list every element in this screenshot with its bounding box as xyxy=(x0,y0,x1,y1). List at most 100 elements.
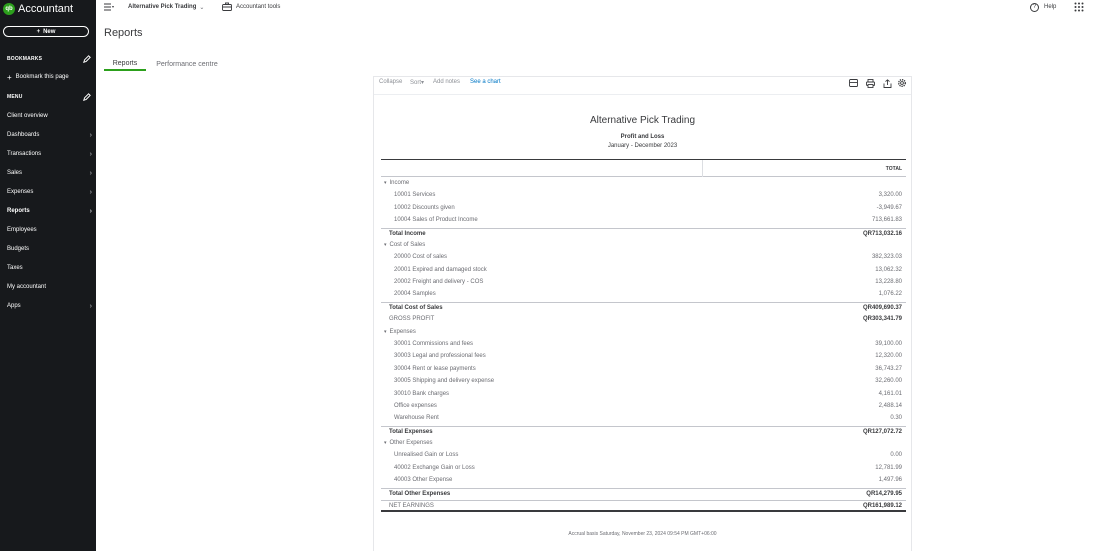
section-row[interactable]: ▾ Other Expenses xyxy=(381,438,906,450)
plus-icon: + xyxy=(7,72,12,82)
row-label[interactable]: 20001 Expired and damaged stock xyxy=(394,267,487,273)
collapse-link[interactable]: Collapse xyxy=(379,79,402,85)
sidebar-item-label: Taxes xyxy=(7,265,23,271)
table-row: 20002 Freight and delivery - COS 13,228.8… xyxy=(381,277,906,289)
row-label: ▾ Income xyxy=(384,180,409,186)
row-amount[interactable]: QR161,989.12 xyxy=(863,503,902,509)
sidebar-item-label: Expenses xyxy=(7,189,34,195)
row-label: Total Other Expenses xyxy=(389,491,450,497)
brand[interactable]: qb Accountant xyxy=(3,2,73,16)
row-label[interactable]: Warehouse Rent xyxy=(394,415,439,421)
company-selector[interactable]: Alternative Pick Trading ⌄ xyxy=(128,0,204,14)
row-label: Total Expenses xyxy=(389,429,433,435)
new-button[interactable]: + New xyxy=(3,26,89,37)
sidebar-item-apps[interactable]: Apps › xyxy=(7,300,93,312)
tab-performance-centre[interactable]: Performance centre xyxy=(150,57,224,71)
row-label[interactable]: 40002 Exchange Gain or Loss xyxy=(394,465,475,471)
sort-dropdown[interactable]: Sort▾ xyxy=(410,79,424,86)
row-label[interactable]: 10002 Discounts given xyxy=(394,205,455,211)
see-a-chart-link[interactable]: See a chart xyxy=(470,79,501,85)
report-period: January - December 2023 xyxy=(607,143,678,149)
row-amount[interactable]: 0.30 xyxy=(890,415,902,421)
total-row: Total Other Expenses QR14,279.95 xyxy=(381,487,906,500)
row-amount[interactable]: 12,781.99 xyxy=(875,465,902,471)
edit-menu-pencil-icon[interactable] xyxy=(82,93,91,102)
sidebar-item-my-accountant[interactable]: My accountant xyxy=(7,281,93,293)
row-label[interactable]: 20002 Freight and delivery - COS xyxy=(394,279,483,285)
column-divider xyxy=(702,160,703,177)
row-label[interactable]: 30003 Legal and professional fees xyxy=(394,353,486,359)
gear-icon[interactable] xyxy=(897,78,907,88)
print-icon[interactable] xyxy=(865,78,875,88)
row-amount[interactable]: QR409,690.37 xyxy=(863,305,902,311)
sidebar-item-dashboards[interactable]: Dashboards › xyxy=(7,129,93,141)
row-amount[interactable]: QR713,032.16 xyxy=(863,231,902,237)
row-label[interactable]: 30001 Commissions and fees xyxy=(394,341,473,347)
app-grid-icon[interactable] xyxy=(1074,0,1084,14)
row-label[interactable]: 10004 Sales of Product Income xyxy=(394,217,478,223)
table-row: 20004 Samples 1,076.22 xyxy=(381,289,906,301)
collapse-caret-icon[interactable]: ▾ xyxy=(384,180,387,186)
menu-toggle-icon[interactable] xyxy=(104,0,114,14)
row-label[interactable]: Office expenses xyxy=(394,403,437,409)
row-amount[interactable]: 2,488.14 xyxy=(879,403,902,409)
sidebar-item-budgets[interactable]: Budgets xyxy=(7,243,93,255)
row-amount[interactable]: 39,100.00 xyxy=(875,341,902,347)
tab-reports[interactable]: Reports xyxy=(104,57,146,71)
row-label[interactable]: 30004 Rent or lease payments xyxy=(394,366,476,372)
row-amount[interactable]: 1,076.22 xyxy=(879,291,902,297)
row-label-text: Income xyxy=(389,180,410,186)
column-header-total[interactable]: TOTAL xyxy=(886,166,902,172)
menu-header: MENU xyxy=(7,92,91,102)
row-amount[interactable]: 4,161.01 xyxy=(879,391,902,397)
row-amount[interactable]: 13,228.80 xyxy=(875,279,902,285)
sidebar-item-label: Apps xyxy=(7,303,21,309)
collapse-caret-icon[interactable]: ▾ xyxy=(384,242,387,248)
sidebar-item-expenses[interactable]: Expenses › xyxy=(7,186,93,198)
sidebar-item-employees[interactable]: Employees xyxy=(7,224,93,236)
row-amount[interactable]: 36,743.27 xyxy=(875,366,902,372)
row-amount[interactable]: 32,260.00 xyxy=(875,378,902,384)
sidebar-item-label: Sales xyxy=(7,170,23,176)
row-amount[interactable]: -3,949.67 xyxy=(877,205,902,211)
row-amount[interactable]: QR303,341.79 xyxy=(863,316,902,322)
sidebar-item-sales[interactable]: Sales › xyxy=(7,167,93,179)
row-label: ▾ Expenses xyxy=(384,329,416,335)
sidebar-item-taxes[interactable]: Taxes xyxy=(7,262,93,274)
row-amount[interactable]: 713,661.83 xyxy=(872,217,902,223)
add-notes-link[interactable]: Add notes xyxy=(433,79,460,85)
row-label[interactable]: 40003 Other Expense xyxy=(394,477,452,483)
row-amount[interactable]: 382,323.03 xyxy=(872,254,902,260)
row-amount[interactable]: 13,062.32 xyxy=(875,267,902,273)
edit-bookmarks-pencil-icon[interactable] xyxy=(82,55,91,64)
section-row[interactable]: ▾ Income xyxy=(381,178,906,190)
help-button[interactable]: ? Help xyxy=(1030,0,1056,14)
collapse-caret-icon[interactable]: ▾ xyxy=(384,329,387,335)
export-icon[interactable] xyxy=(882,78,892,88)
section-row[interactable]: ▾ Cost of Sales xyxy=(381,240,906,252)
new-button-label: New xyxy=(43,28,56,35)
row-amount[interactable]: 12,320.00 xyxy=(875,353,902,359)
sidebar-item-reports[interactable]: Reports › xyxy=(7,205,93,217)
row-label[interactable]: 30010 Bank charges xyxy=(394,391,449,397)
accountant-tools-button[interactable]: Accountant tools xyxy=(222,0,280,14)
sidebar-item-transactions[interactable]: Transactions › xyxy=(7,148,93,160)
row-label: GROSS PROFIT xyxy=(389,316,434,322)
collapse-caret-icon[interactable]: ▾ xyxy=(384,440,387,446)
row-label[interactable]: Unrealised Gain or Loss xyxy=(394,452,458,458)
total-row: NET EARNINGS QR161,989.12 xyxy=(381,499,906,512)
row-amount[interactable]: QR14,279.95 xyxy=(866,491,902,497)
row-label[interactable]: 10001 Services xyxy=(394,192,435,198)
row-label[interactable]: 20004 Samples xyxy=(394,291,436,297)
row-label-text: Total Cost of Sales xyxy=(389,304,443,311)
row-amount[interactable]: 0.00 xyxy=(890,452,902,458)
row-label[interactable]: 20000 Cost of sales xyxy=(394,254,447,260)
row-label[interactable]: 30005 Shipping and delivery expense xyxy=(394,378,494,384)
row-amount[interactable]: 3,320.00 xyxy=(879,192,902,198)
row-amount[interactable]: 1,497.96 xyxy=(879,477,902,483)
section-row[interactable]: ▾ Expenses xyxy=(381,327,906,339)
sidebar-item-client-overview[interactable]: Client overview xyxy=(7,110,93,122)
email-icon[interactable] xyxy=(848,78,858,88)
bookmark-this-page-link[interactable]: + Bookmark this page xyxy=(7,72,69,82)
row-amount[interactable]: QR127,072.72 xyxy=(863,429,902,435)
